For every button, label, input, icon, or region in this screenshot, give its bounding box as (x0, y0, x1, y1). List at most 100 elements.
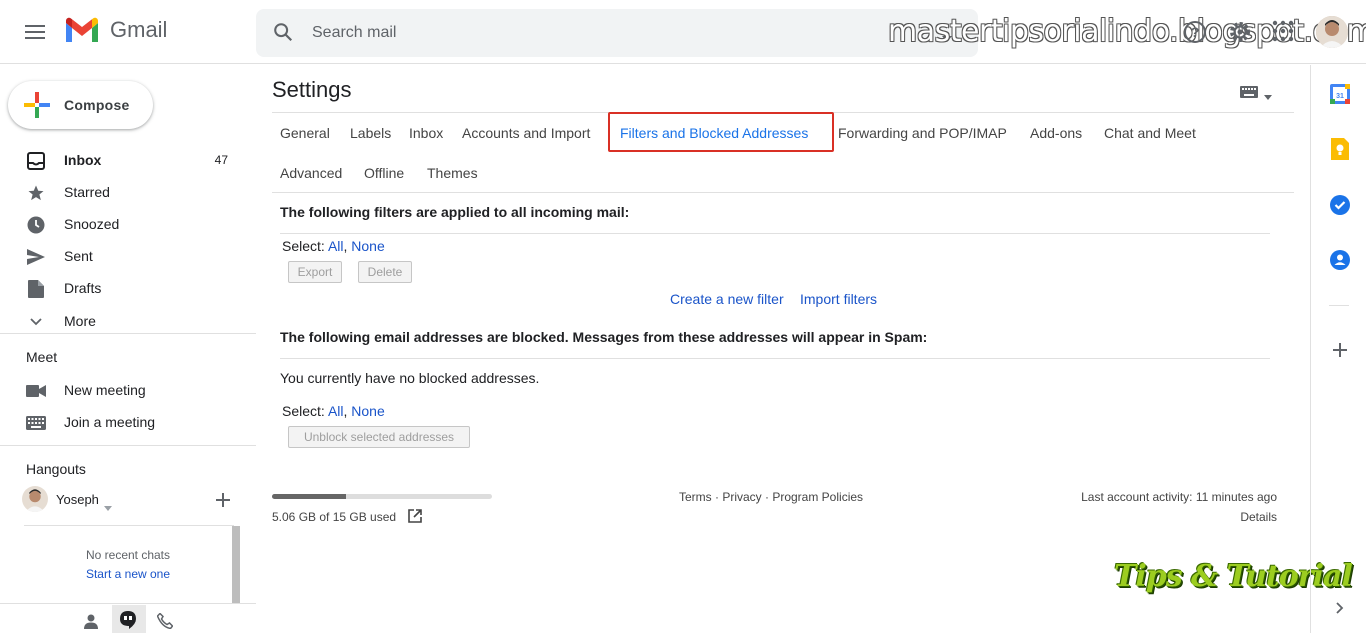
hangouts-divider (24, 525, 234, 526)
sidebar-item-sent[interactable]: Sent (0, 240, 256, 272)
select-none-link[interactable]: None (351, 403, 384, 419)
apps-grid-icon[interactable] (1272, 20, 1294, 47)
active-tab-highlight-box (608, 112, 834, 152)
tab-add-ons[interactable]: Add-ons (1030, 125, 1082, 141)
gmail-m-icon (66, 17, 98, 42)
phone-icon[interactable] (156, 612, 174, 634)
tab-labels[interactable]: Labels (350, 125, 391, 141)
filters-select-row: Select: All, None (282, 238, 385, 254)
select-none-link[interactable]: None (351, 238, 384, 254)
draft-icon (26, 279, 46, 299)
sidebar-item-label: Sent (64, 248, 93, 264)
videocam-icon (26, 381, 46, 401)
app-name: Gmail (110, 17, 168, 42)
export-button[interactable]: Export (288, 261, 342, 283)
tab-themes[interactable]: Themes (427, 165, 478, 181)
caret-down-icon[interactable] (104, 498, 112, 516)
sidebar-item-label: More (64, 313, 96, 329)
add-icon[interactable] (216, 493, 230, 512)
hangouts-bottom-divider (0, 603, 256, 604)
sidebar-item-label: Inbox (64, 152, 102, 168)
hangouts-title: Hangouts (26, 461, 86, 477)
sidebar-divider (0, 445, 256, 446)
tab-advanced[interactable]: Advanced (280, 165, 342, 181)
sidebar-item-drafts[interactable]: Drafts (0, 272, 256, 304)
compose-label: Compose (64, 97, 130, 113)
compose-button[interactable]: Compose (8, 81, 153, 129)
search-input[interactable] (312, 21, 912, 45)
gear-icon[interactable] (1228, 20, 1252, 49)
tasks-icon[interactable] (1329, 194, 1351, 216)
hangouts-user-name[interactable]: Yoseph (56, 492, 99, 507)
hamburger-icon (25, 25, 45, 39)
sidebar-item-join-meeting[interactable]: Join a meeting (0, 406, 256, 438)
keep-icon[interactable] (1329, 138, 1351, 160)
chevron-right-icon[interactable] (1329, 597, 1351, 619)
blocked-heading: The following email addresses are blocke… (280, 329, 928, 345)
sidebar-item-label: Join a meeting (64, 414, 156, 430)
help-icon[interactable]: ? (1183, 20, 1207, 49)
sidebar-item-label: Starred (64, 184, 110, 200)
footer-policy-links[interactable]: Terms · Privacy · Program Policies (679, 490, 863, 504)
sidebar-item-starred[interactable]: Starred (0, 176, 256, 208)
tab-accounts-and-import[interactable]: Accounts and Import (462, 125, 590, 141)
select-all-link[interactable]: All (328, 238, 344, 254)
gmail-logo[interactable]: Gmail (64, 16, 167, 44)
select-label: Select: (282, 238, 325, 254)
svg-text:?: ? (1191, 24, 1200, 40)
start-new-chat-link[interactable]: Start a new one (24, 567, 232, 581)
sidebar-item-new-meeting[interactable]: New meeting (0, 374, 256, 406)
select-label: Select: (282, 403, 325, 419)
contacts-icon[interactable] (1329, 249, 1351, 271)
account-avatar[interactable] (1316, 16, 1348, 48)
search-icon[interactable] (272, 21, 294, 48)
tab-general[interactable]: General (280, 125, 330, 141)
blocked-select-row: Select: All, None (282, 403, 385, 419)
sidebar-item-inbox[interactable]: Inbox 47 (0, 144, 256, 176)
chevron-down-icon (26, 312, 46, 332)
hangouts-avatar[interactable] (22, 486, 48, 512)
delete-button[interactable]: Delete (358, 261, 412, 283)
top-bar: Gmail mastertipsorialindo.blogspot.com ? (0, 0, 1366, 64)
blocked-divider (280, 358, 1270, 359)
sidebar-item-snoozed[interactable]: Snoozed (0, 208, 256, 240)
inbox-count: 47 (214, 153, 228, 167)
search-bar (256, 9, 978, 57)
no-blocked-text: You currently have no blocked addresses. (280, 370, 540, 386)
no-recent-chats-text: No recent chats (85, 548, 171, 562)
meet-title: Meet (26, 349, 58, 365)
sidebar-item-label: New meeting (64, 382, 146, 398)
person-icon[interactable] (83, 613, 99, 634)
create-new-filter-link[interactable]: Create a new filter (670, 291, 784, 307)
input-tools-keyboard-icon[interactable] (1240, 85, 1258, 103)
page-title: Settings (272, 77, 352, 102)
unblock-selected-button[interactable]: Unblock selected addresses (288, 426, 470, 448)
details-link[interactable]: Details (1240, 510, 1277, 524)
caret-down-icon[interactable] (1264, 87, 1272, 105)
tab-chat-and-meet[interactable]: Chat and Meet (1104, 125, 1196, 141)
svg-text:31: 31 (1336, 93, 1344, 100)
last-activity-text: Last account activity: 11 minutes ago (1081, 490, 1277, 504)
calendar-icon[interactable]: 31 (1329, 83, 1351, 105)
left-sidebar: Compose Inbox 47 Starred Snoozed Sent Dr… (0, 65, 256, 633)
tab-forwarding-pop-imap[interactable]: Forwarding and POP/IMAP (838, 125, 1007, 141)
clock-icon (26, 215, 46, 235)
side-panel: 31 (1310, 65, 1366, 633)
hangouts-tab-chat[interactable] (112, 605, 146, 633)
inbox-icon (26, 151, 46, 171)
filters-divider (280, 233, 1270, 234)
keyboard-icon (26, 413, 46, 433)
tabs-divider (272, 192, 1294, 193)
sidebar-item-label: Drafts (64, 280, 102, 296)
hangouts-scrollbar[interactable] (232, 526, 240, 603)
storage-bar-fill (272, 494, 347, 499)
open-in-new-icon[interactable] (408, 509, 422, 528)
storage-text: 5.06 GB of 15 GB used (272, 510, 397, 524)
tab-offline[interactable]: Offline (364, 165, 404, 181)
tab-inbox[interactable]: Inbox (409, 125, 443, 141)
send-icon (26, 247, 46, 267)
main-menu-button[interactable] (20, 17, 50, 47)
import-filters-link[interactable]: Import filters (800, 291, 877, 307)
select-all-link[interactable]: All (328, 403, 344, 419)
add-addon-icon[interactable] (1329, 339, 1351, 361)
